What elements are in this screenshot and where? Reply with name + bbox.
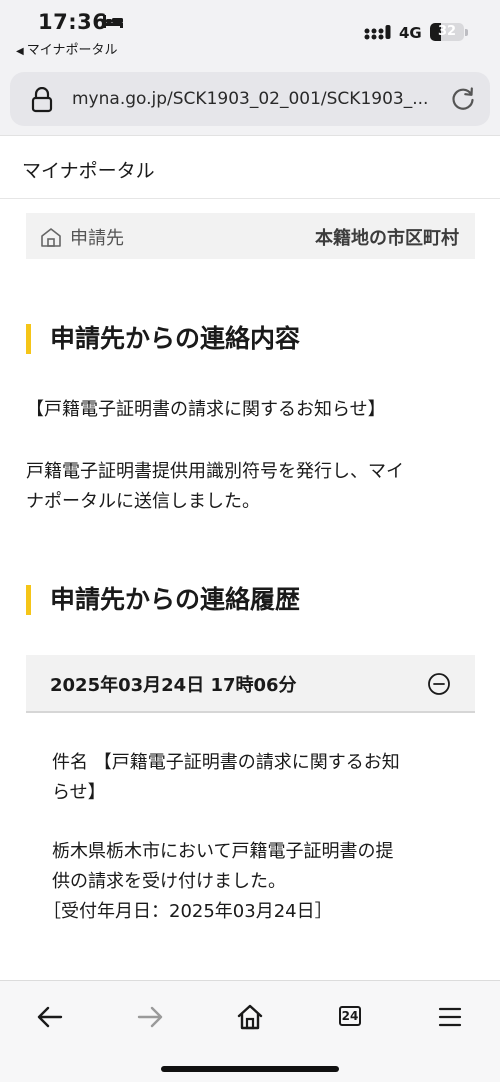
address-bar[interactable]: myna.go.jp/SCK1903_02_001/SCK1903_... — [10, 72, 490, 126]
home-button[interactable] — [228, 995, 272, 1039]
destination-value: 本籍地の市区町村 — [315, 228, 459, 249]
menu-button[interactable] — [428, 995, 472, 1039]
url-text[interactable]: myna.go.jp/SCK1903_02_001/SCK1903_... — [72, 87, 432, 111]
home-icon — [237, 1004, 263, 1030]
building-icon — [41, 228, 61, 247]
back-arrow-icon — [37, 1006, 63, 1028]
home-indicator[interactable] — [161, 1066, 339, 1072]
tabs-icon: 24 — [339, 1006, 361, 1026]
history-entry-body: 栃木県栃木市において戸籍電子証明書の提 供の請求を受け付けました。 ［受付年月日… — [43, 837, 452, 927]
application-destination: 申請先 本籍地の市区町村 — [26, 213, 475, 259]
contact-section-heading: 申請先からの連絡内容 — [26, 322, 486, 356]
forward-button[interactable] — [128, 995, 172, 1039]
battery-icon: 32 — [430, 23, 464, 41]
contact-body: 戸籍電子証明書提供用識別符号を発行し、マイ ナポータルに送信しました。 — [26, 457, 466, 517]
status-bar: 17:36 ◀ マイナポータル 4G 32 — [0, 0, 500, 62]
history-subject-line: 件名 【戸籍電子証明書の請求に関するお知 — [52, 752, 400, 773]
signal-strength-icon — [364, 25, 391, 40]
destination-label: 申請先 — [70, 228, 124, 249]
history-entry-datetime: 2025年03月24日 17時06分 — [50, 675, 297, 696]
history-body-line: 供の請求を受け付けました。 — [52, 871, 286, 892]
contact-section-title: 申請先からの連絡内容 — [50, 324, 301, 353]
back-app-label: マイナポータル — [26, 43, 118, 58]
status-time: 17:36 — [38, 10, 108, 34]
back-triangle-icon: ◀ — [16, 46, 24, 57]
browser-toolbar: 24 — [0, 980, 500, 1082]
forward-arrow-icon — [137, 1006, 163, 1028]
history-body-line: 栃木県栃木市において戸籍電子証明書の提 — [52, 841, 394, 862]
history-body-line: ［受付年月日：2025年03月24日］ — [43, 901, 333, 922]
lock-icon — [31, 87, 53, 113]
contact-subject: 【戸籍電子証明書の請求に関するお知らせ】 — [26, 399, 386, 420]
contact-body-line: 戸籍電子証明書提供用識別符号を発行し、マイ — [26, 461, 404, 482]
heading-accent-bar — [26, 585, 31, 615]
sleep-bed-icon — [103, 15, 123, 28]
contact-body-line: ナポータルに送信しました。 — [26, 491, 260, 512]
browser-address-area: myna.go.jp/SCK1903_02_001/SCK1903_... — [0, 62, 500, 136]
tabs-button[interactable]: 24 — [328, 995, 372, 1039]
history-entry-header[interactable]: 2025年03月24日 17時06分 — [26, 655, 475, 713]
back-button[interactable] — [28, 995, 72, 1039]
site-header: マイナポータル — [0, 137, 500, 199]
heading-accent-bar — [26, 324, 31, 354]
network-type: 4G — [399, 24, 422, 42]
reload-icon[interactable] — [450, 86, 476, 112]
back-to-app-link[interactable]: ◀ マイナポータル — [16, 39, 117, 58]
menu-icon — [438, 1007, 462, 1027]
site-title[interactable]: マイナポータル — [22, 156, 155, 183]
history-section-heading: 申請先からの連絡履歴 — [26, 583, 486, 617]
history-entry-subject: 件名 【戸籍電子証明書の請求に関するお知 らせ】 — [52, 748, 452, 808]
history-subject-line: らせ】 — [52, 782, 106, 803]
collapse-minus-icon[interactable] — [427, 672, 451, 696]
history-section-title: 申請先からの連絡履歴 — [50, 585, 301, 614]
battery-level: 32 — [437, 24, 457, 39]
